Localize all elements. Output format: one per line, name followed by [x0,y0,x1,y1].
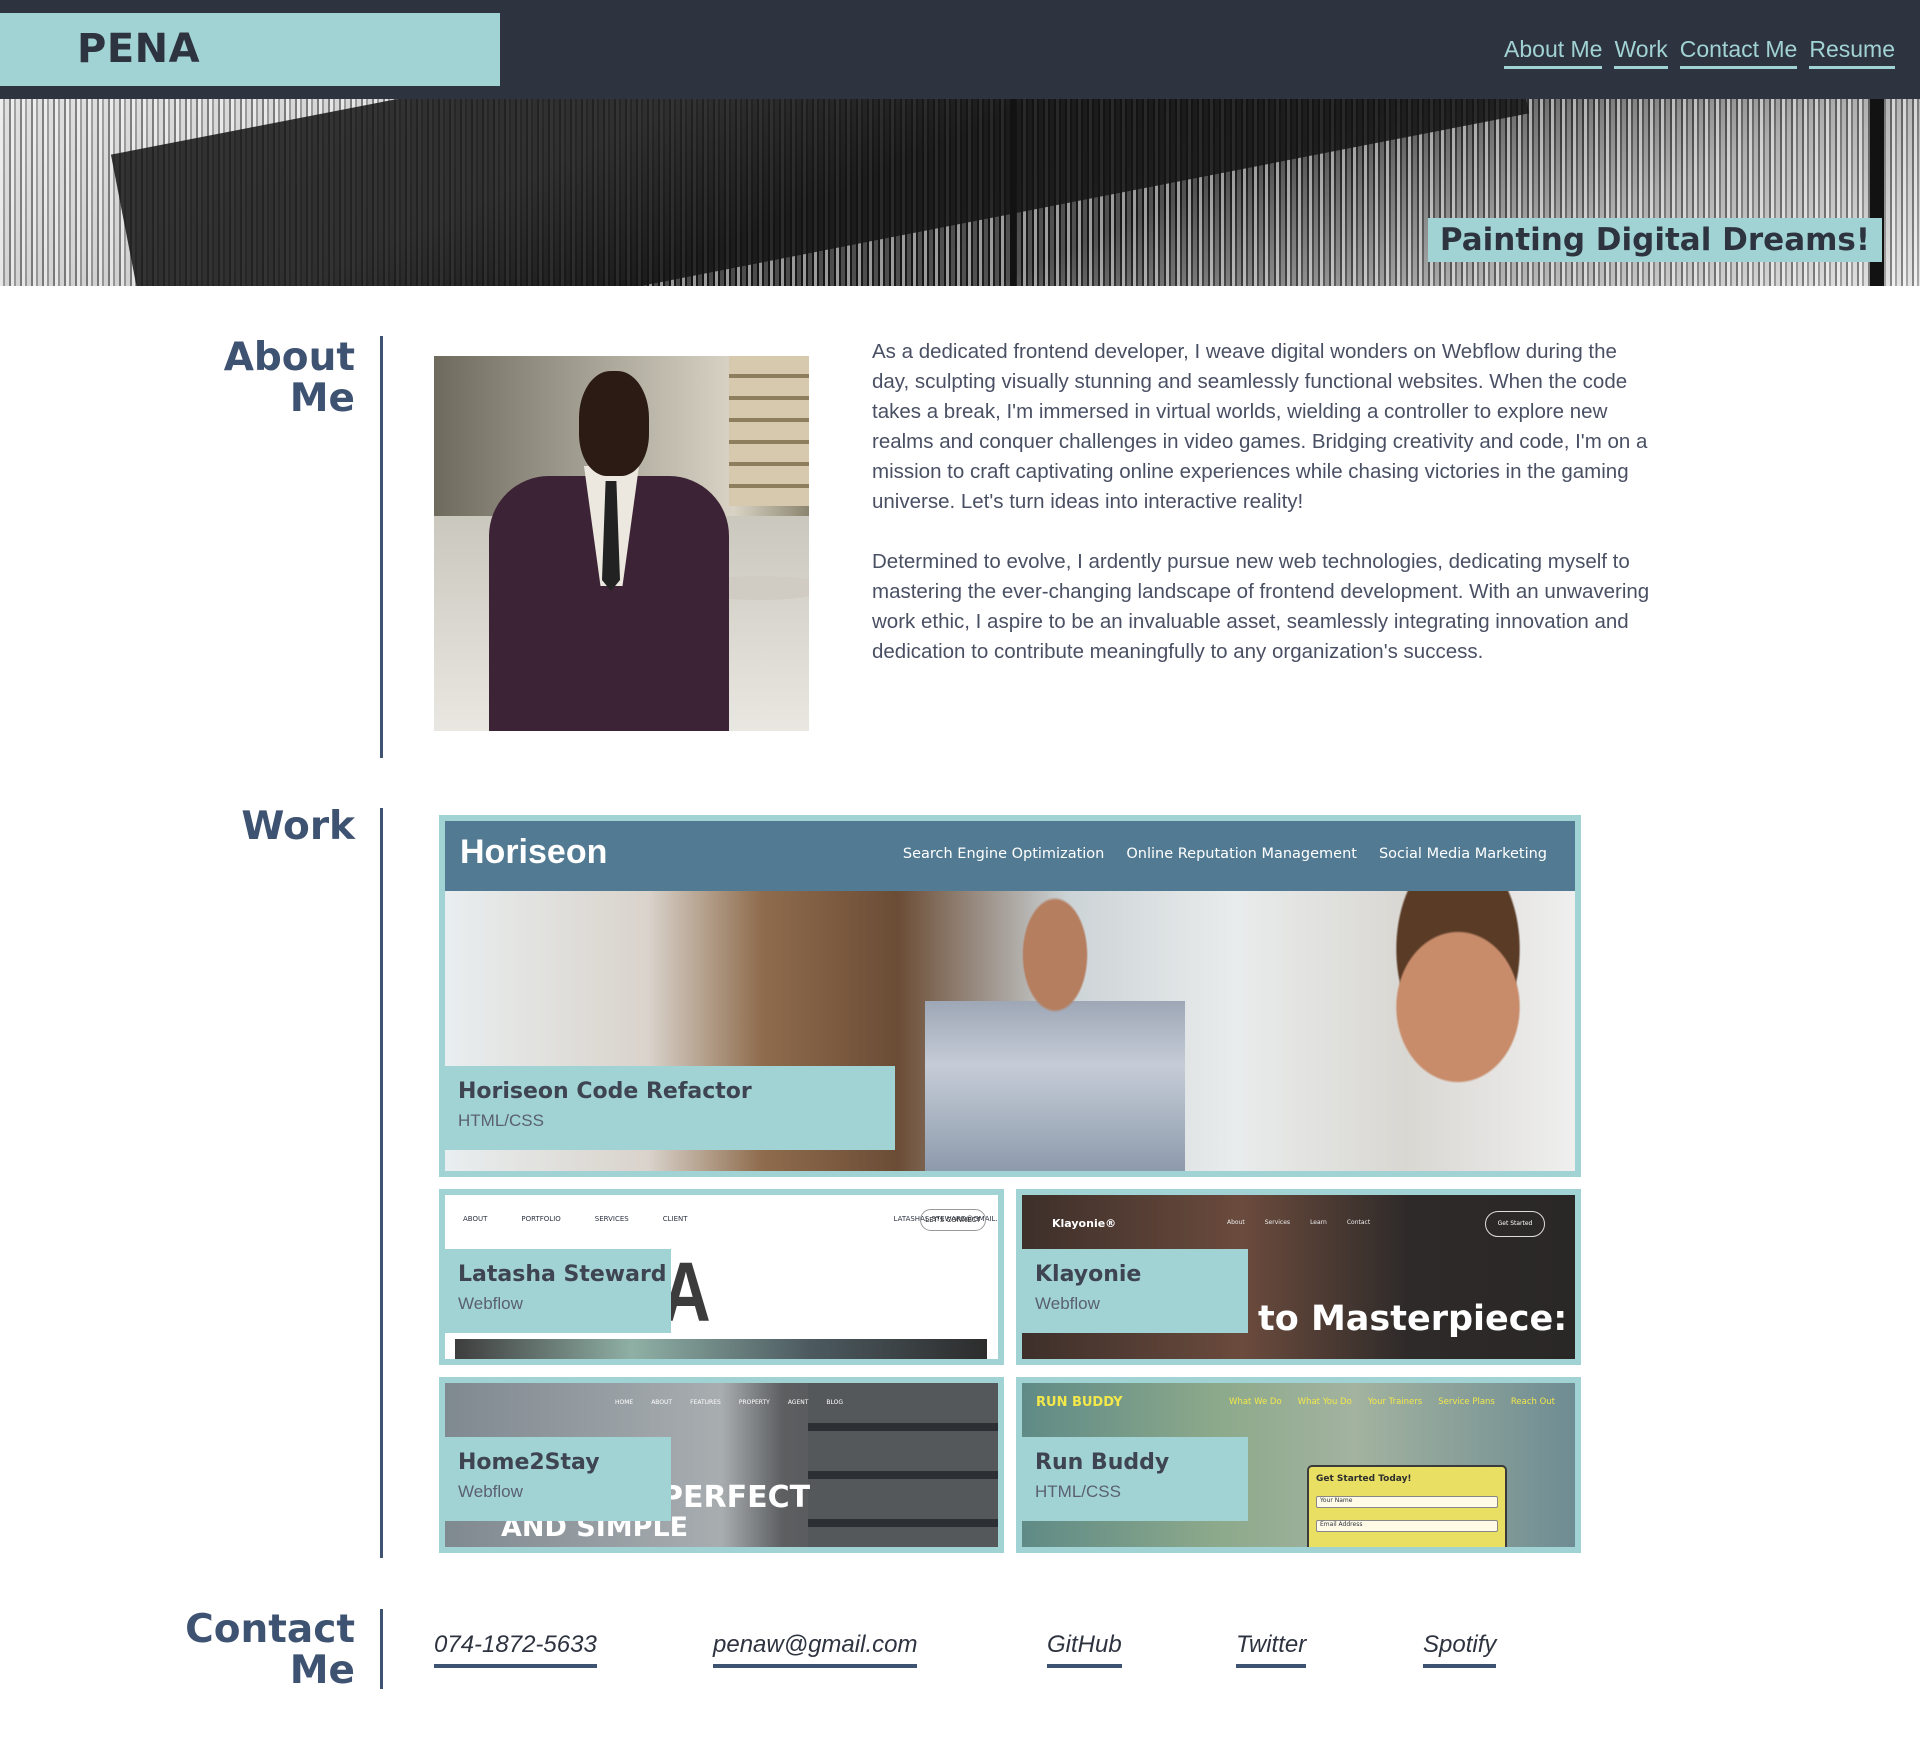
project-label: Klayonie Webflow [1022,1249,1248,1333]
preview-nav: About Services Learn Contact [1227,1219,1370,1226]
preview-nav-item: Reach Out [1510,1397,1555,1407]
preview-nav-item: AGENT [787,1399,809,1406]
project-title: Horiseon Code Refactor [458,1079,752,1104]
profile-photo [434,356,809,731]
project-tech: Webflow [458,1482,523,1501]
work-divider [380,808,383,1558]
contact-heading: Contact Me [185,1609,355,1691]
preview-nav-item: BLOG [826,1399,844,1406]
project-label: Latasha Steward Webflow [445,1249,671,1333]
site-header: PENA WALINGAMINA About Me Work Contact M… [0,0,1920,145]
main-nav: About Me Work Contact Me Resume [1504,34,1895,69]
preview-nav-item: HOME [615,1399,634,1406]
preview-nav-item: Service Plans [1438,1397,1495,1407]
project-card-klayonie[interactable]: Klayonie® About Services Learn Contact G… [1016,1189,1581,1365]
contact-heading-line2: Me [289,1648,355,1693]
project-label: Home2Stay Webflow [445,1437,671,1521]
preview-nav-item: Search Engine Optimization [902,846,1105,862]
project-card-latasha-steward[interactable]: ABOUT PORTFOLIO SERVICES CLIENT LATASHAS… [439,1189,1004,1365]
project-label: Horiseon Code Refactor HTML/CSS [445,1066,895,1150]
preview-name-field: Your Name [1316,1496,1498,1508]
preview-nav: ABOUT PORTFOLIO SERVICES CLIENT LATASHAS… [445,1195,998,1245]
project-tech: HTML/CSS [458,1111,544,1130]
site-brand[interactable]: PENA WALINGAMINA [0,13,500,145]
contact-twitter-link[interactable]: Twitter [1236,1628,1307,1668]
project-tech: Webflow [1035,1294,1100,1313]
preview-nav-item: PORTFOLIO [521,1215,561,1223]
preview-nav: Search Engine Optimization Online Reputa… [903,846,1547,862]
preview-building [808,1383,998,1547]
preview-nav-item: Contact [1346,1219,1371,1226]
preview-nav-item: ABOUT [651,1399,673,1406]
preview-nav-item: Online Reputation Management [1126,846,1357,862]
about-heading: About Me [224,337,355,419]
project-tech: HTML/CSS [1035,1482,1121,1501]
preview-nav: What We Do What You Do Your Trainers Ser… [1229,1397,1555,1407]
hero-tagline: Painting Digital Dreams! [1427,218,1882,262]
contact-github-link[interactable]: GitHub [1047,1628,1122,1668]
about-text: As a dedicated frontend developer, I wea… [872,337,1652,667]
project-title: Klayonie [1035,1262,1142,1287]
contact-email-link[interactable]: penaw@gmail.com [713,1628,918,1668]
photo-head [579,371,649,476]
preview-image-strip [455,1339,987,1359]
project-title: Run Buddy [1035,1450,1170,1475]
project-card-home2stay[interactable]: HOME ABOUT FEATURES PROPERTY AGENT BLOG … [439,1377,1004,1553]
hero-wood-grain [1010,99,1016,286]
preview-nav-item: About [1227,1219,1245,1226]
preview-nav-item: Learn [1310,1219,1327,1226]
preview-nav-item: ABOUT [463,1215,488,1223]
hero-paint-stroke [110,99,1530,286]
preview-nav-item: Your Trainers [1367,1397,1423,1407]
preview-form-title: Get Started Today! [1316,1474,1412,1484]
preview-nav-item: Services [1264,1219,1291,1226]
about-heading-line1: About [223,335,355,380]
contact-spotify-link[interactable]: Spotify [1423,1628,1497,1668]
about-divider [380,336,383,758]
nav-resume[interactable]: Resume [1809,34,1895,69]
preview-logo: Horiseon [460,833,608,871]
preview-nav-item: What You Do [1297,1397,1352,1407]
preview-nav-item: PROPERTY [738,1399,770,1406]
preview-logo: Klayonie® [1052,1217,1117,1230]
project-card-horiseon[interactable]: Horiseon Search Engine Optimization Onli… [439,815,1581,1177]
preview-nav-item: Social Media Marketing [1378,846,1547,862]
work-heading: Work [241,804,355,849]
preview-connect-button: LET'S CONNECT [920,1209,986,1231]
preview-nav-item: FEATURES [690,1399,721,1406]
contact-phone-link[interactable]: 074-1872-5633 [434,1628,597,1668]
preview-person [1315,891,1575,1171]
contact-links: 074-1872-5633 penaw@gmail.com GitHub Twi… [434,1628,1634,1672]
project-title: Home2Stay [458,1450,600,1475]
about-heading-line2: Me [289,376,355,421]
preview-nav-item: SERVICES [594,1215,629,1223]
nav-about-me[interactable]: About Me [1504,34,1603,69]
nav-contact-me[interactable]: Contact Me [1679,34,1798,69]
preview-signup-form: Get Started Today! Your Name Email Addre… [1307,1465,1507,1547]
project-tech: Webflow [458,1294,523,1313]
preview-nav-item: What We Do [1229,1397,1282,1407]
contact-heading-line1: Contact [185,1607,355,1652]
preview-headline-1: PERFECT [661,1480,811,1515]
project-label: Run Buddy HTML/CSS [1022,1437,1248,1521]
project-card-run-buddy[interactable]: RUN BUDDY What We Do What You Do Your Tr… [1016,1377,1581,1553]
about-paragraph-1: As a dedicated frontend developer, I wea… [872,340,1648,513]
preview-headline: to Masterpiece: [1258,1299,1568,1339]
preview-logo: RUN BUDDY [1036,1395,1123,1410]
preview-nav-item: CLIENT [662,1215,688,1223]
photo-shelf [729,356,809,506]
preview-person [925,891,1185,1171]
nav-work[interactable]: Work [1614,34,1668,69]
project-title: Latasha Steward [458,1262,667,1287]
about-paragraph-2: Determined to evolve, I ardently pursue … [872,550,1650,663]
preview-header: Horiseon Search Engine Optimization Onli… [445,821,1575,891]
preview-email-field: Email Address [1316,1520,1498,1532]
contact-divider [380,1609,383,1689]
preview-nav: HOME ABOUT FEATURES PROPERTY AGENT BLOG [615,1399,843,1406]
preview-get-started-button: Get Started [1485,1211,1545,1237]
